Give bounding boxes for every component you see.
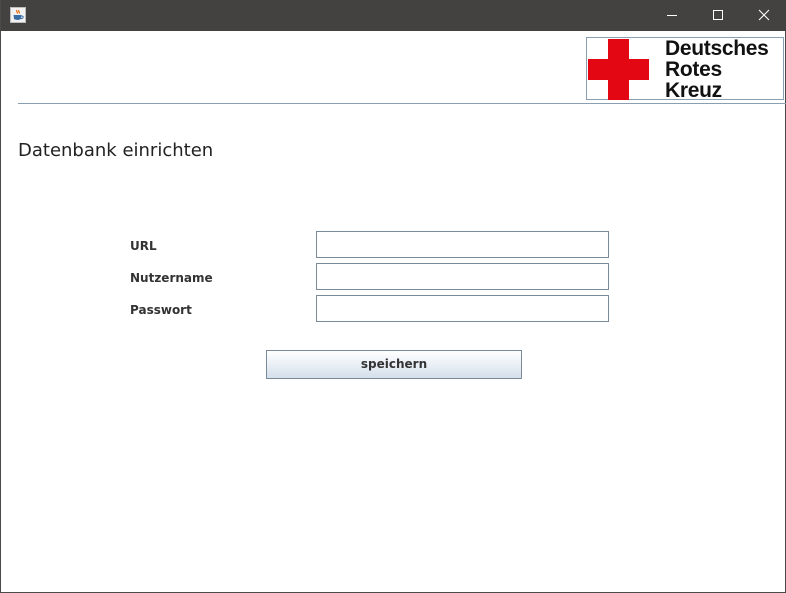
logo-text-line-1: Deutsches [665,37,769,60]
logo-text-line-3: Kreuz [665,79,722,102]
header-divider [18,103,786,104]
title-bar[interactable] [1,0,786,31]
minimize-button[interactable] [649,0,695,31]
username-label: Nutzername [130,271,213,285]
url-input[interactable] [316,231,609,258]
logo-text-line-2: Rotes [665,58,722,81]
url-label: URL [130,239,157,253]
page-title: Datenbank einrichten [18,140,214,161]
save-button[interactable]: speichern [266,350,522,379]
close-button[interactable] [741,0,786,31]
app-window: Deutsches Rotes Kreuz Datenbank einricht… [0,0,786,593]
password-input[interactable] [316,295,609,322]
drk-logo: Deutsches Rotes Kreuz [586,37,784,102]
maximize-button[interactable] [695,0,741,31]
password-label: Passwort [130,303,192,317]
username-input[interactable] [316,263,609,290]
java-cup-icon[interactable] [10,7,26,23]
